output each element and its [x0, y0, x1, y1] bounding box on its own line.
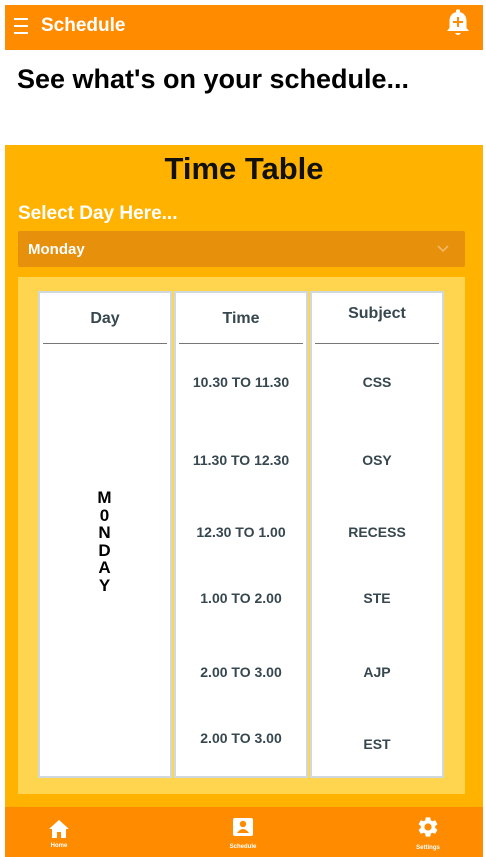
day-letter: 0: [99, 505, 111, 525]
header-divider: [315, 343, 439, 344]
time-cell: 11.30 TO 12.30: [192, 452, 290, 468]
day-letter: D: [98, 540, 112, 560]
selected-day-value: Monday: [28, 241, 85, 258]
day-letter: M: [97, 488, 113, 507]
subject-cell: AJP: [363, 664, 391, 680]
subject-cell: RECESS: [348, 524, 406, 540]
timetable: Day M 0 N D A Y Time 10.30 TO 11.30 11.3…: [18, 277, 465, 794]
day-letter: A: [98, 558, 112, 577]
subject-cell: EST: [363, 736, 391, 752]
home-icon: [49, 820, 69, 838]
time-cell: 1.00 TO 2.00: [200, 590, 282, 606]
day-select-dropdown[interactable]: Monday: [18, 231, 465, 267]
schedule-icon: [233, 818, 253, 836]
day-column: Day M 0 N D A Y: [38, 291, 172, 778]
nav-home-label: Home: [50, 843, 68, 849]
nav-schedule[interactable]: Schedule: [208, 807, 278, 857]
app-screen: Schedule See what's on your schedule... …: [5, 5, 483, 857]
gear-icon: [418, 817, 438, 837]
time-cell: 2.00 TO 3.00: [200, 730, 282, 746]
time-header: Time: [222, 310, 260, 327]
subject-header: Subject: [348, 305, 406, 322]
nav-schedule-label: Schedule: [229, 844, 257, 850]
subject-column: Subject CSS OSY RECESS STE AJP EST: [310, 291, 444, 778]
select-day-label: Select Day Here...: [18, 203, 178, 224]
subject-cell: CSS: [362, 374, 392, 390]
time-cell: 10.30 TO 11.30: [192, 374, 290, 390]
header-divider: [43, 343, 167, 344]
day-letter: Y: [98, 575, 112, 595]
time-cell: 2.00 TO 3.00: [200, 664, 282, 680]
add-alarm-bell-icon[interactable]: [445, 9, 471, 39]
header-divider: [179, 343, 303, 344]
chevron-down-icon: [437, 245, 449, 253]
app-title: Schedule: [41, 15, 126, 36]
bottom-navigation: Home Schedule Settings: [5, 807, 483, 857]
day-vertical-text: M 0 N D A Y: [40, 489, 170, 594]
day-letter: N: [98, 523, 112, 542]
time-cell: 12.30 TO 1.00: [196, 524, 286, 540]
day-header: Day: [90, 310, 120, 327]
subject-cell: STE: [363, 590, 391, 606]
hero-banner: See what's on your schedule...: [5, 50, 483, 145]
hero-heading: See what's on your schedule...: [17, 64, 410, 94]
subject-cell: OSY: [362, 452, 392, 468]
timetable-section: Time Table Select Day Here... Monday Day…: [5, 145, 483, 807]
time-column: Time 10.30 TO 11.30 11.30 TO 12.30 12.30…: [174, 291, 308, 778]
hamburger-menu-icon[interactable]: [14, 18, 28, 34]
nav-settings[interactable]: Settings: [393, 807, 463, 857]
timetable-title: Time Table: [164, 151, 324, 186]
nav-settings-label: Settings: [416, 845, 440, 851]
app-bar: Schedule: [5, 5, 483, 50]
nav-home[interactable]: Home: [24, 807, 94, 857]
